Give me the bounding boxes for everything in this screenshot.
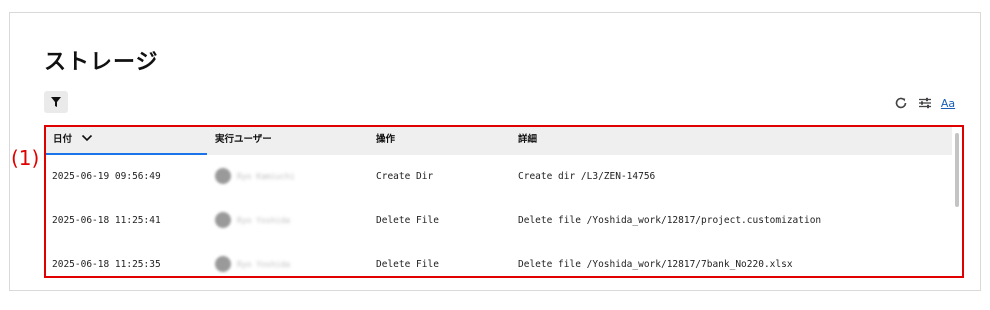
table-row[interactable]: 2025-06-18 11:25:41 Ryo Yoshida Delete F… <box>46 199 952 243</box>
history-table: 日付 実行ユーザー 操作 詳細 2025-06-19 09:56:49 Ryo … <box>44 125 964 278</box>
table-header: 日付 実行ユーザー 操作 詳細 <box>46 127 952 155</box>
cell-detail: Delete file /Yoshida_work/12817/7bank_No… <box>518 259 793 270</box>
column-header-date[interactable]: 日付 <box>46 127 207 155</box>
cell-date: 2025-06-19 09:56:49 <box>52 171 161 182</box>
column-header-detail[interactable]: 詳細 <box>518 127 537 155</box>
cell-action: Delete File <box>376 259 439 270</box>
cell-action: Delete File <box>376 215 439 226</box>
cell-detail: Create dir /L3/ZEN-14756 <box>518 171 656 182</box>
refresh-icon <box>895 97 907 109</box>
cell-user: Ryo Yoshida <box>215 256 290 272</box>
filter-button[interactable] <box>44 91 68 113</box>
user-name: Ryo Yoshida <box>237 259 290 269</box>
refresh-button[interactable] <box>892 94 910 112</box>
chevron-down-icon <box>82 134 93 142</box>
column-header-label: 日付 <box>53 134 73 145</box>
user-name: Ryo Yoshida <box>237 215 290 225</box>
table-row[interactable]: 2025-06-18 11:25:35 Ryo Yoshida Delete F… <box>46 243 952 276</box>
column-header-user[interactable]: 実行ユーザー <box>215 127 272 155</box>
column-settings-button[interactable] <box>916 94 934 112</box>
cell-detail: Delete file /Yoshida_work/12817/project.… <box>518 215 822 226</box>
column-header-action[interactable]: 操作 <box>376 127 395 155</box>
cell-user: Ryo Yoshida <box>215 212 290 228</box>
cell-date: 2025-06-18 11:25:41 <box>52 215 161 226</box>
cell-date: 2025-06-18 11:25:35 <box>52 259 161 270</box>
filter-icon <box>51 97 61 107</box>
user-name: Ryo Kamiuchi <box>237 171 295 181</box>
cell-user: Ryo Kamiuchi <box>215 168 295 184</box>
page-title: ストレージ <box>44 50 159 75</box>
avatar <box>215 256 231 272</box>
cell-action: Create Dir <box>376 171 434 182</box>
font-size-label: Aa <box>940 96 956 110</box>
column-settings-icon <box>919 97 931 109</box>
font-size-button[interactable]: Aa <box>939 94 957 112</box>
table-row[interactable]: 2025-06-19 09:56:49 Ryo Kamiuchi Create … <box>46 155 952 199</box>
annotation-callout: (1) <box>11 146 40 170</box>
vertical-scrollbar[interactable] <box>955 133 959 207</box>
avatar <box>215 168 231 184</box>
avatar <box>215 212 231 228</box>
